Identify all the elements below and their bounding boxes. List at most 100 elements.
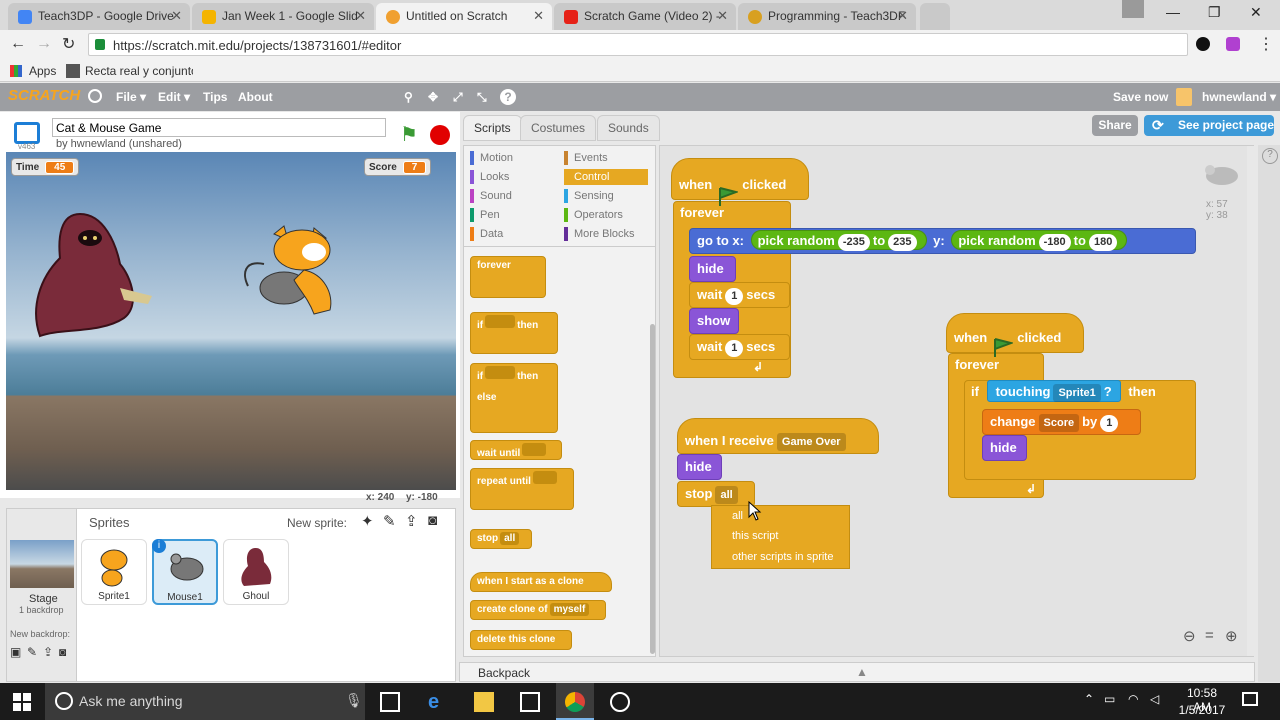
category-sound[interactable]: Sound: [470, 188, 512, 204]
upload-sprite-icon[interactable]: ⇪: [405, 512, 418, 530]
camera-icon[interactable]: ◙: [59, 645, 66, 659]
category-more-blocks[interactable]: More Blocks: [564, 226, 635, 242]
close-icon[interactable]: ✕: [533, 8, 544, 24]
expand-icon[interactable]: ▲: [856, 665, 868, 679]
shrink-icon[interactable]: ⤡: [477, 90, 487, 105]
show-block[interactable]: show: [689, 308, 739, 334]
reload-icon[interactable]: ↻: [62, 34, 75, 54]
grow-icon[interactable]: ⤢: [453, 90, 463, 105]
palette-repeat-until[interactable]: repeat until: [470, 468, 574, 510]
bookmark-apps[interactable]: Apps: [29, 64, 56, 78]
presentation-mode-icon[interactable]: [14, 122, 40, 144]
palette-wait-until[interactable]: wait until: [470, 440, 562, 460]
category-sensing[interactable]: Sensing: [564, 188, 614, 204]
backpack-bar[interactable]: Backpack ▲: [459, 662, 1255, 682]
notifications-icon[interactable]: [1242, 692, 1258, 706]
zoom-in-icon[interactable]: ⊕: [1225, 627, 1238, 645]
file-explorer-icon[interactable]: [474, 692, 494, 712]
store-icon[interactable]: [520, 692, 540, 712]
microphone-icon[interactable]: 🎙: [345, 692, 363, 709]
camera-sprite-icon[interactable]: ◙: [428, 512, 437, 529]
go-to-xy-block[interactable]: go to x: pick random -235 to 235 y: pick ra…: [689, 228, 1196, 254]
palette-delete-clone[interactable]: delete this clone: [470, 630, 572, 650]
browser-tab[interactable]: Teach3DP - Google Drive ✕: [8, 3, 190, 30]
cut-icon[interactable]: ✥: [428, 90, 438, 104]
help-icon[interactable]: ?: [1262, 148, 1278, 164]
scripts-scrollbar[interactable]: [1247, 146, 1255, 656]
ghoul-sprite[interactable]: [20, 208, 160, 348]
back-icon[interactable]: ←: [10, 35, 26, 53]
green-flag-icon[interactable]: ⚑: [400, 122, 418, 147]
category-operators[interactable]: Operators: [564, 207, 623, 223]
when-flag-clicked-hat[interactable]: when clicked: [946, 313, 1084, 357]
hide-block[interactable]: hide: [677, 454, 722, 480]
clock-date[interactable]: 1/5/2017: [1178, 703, 1226, 717]
project-title-input[interactable]: [52, 118, 386, 137]
tab-scripts[interactable]: Scripts: [463, 115, 522, 141]
wait-block[interactable]: wait 1 secs: [689, 334, 790, 360]
close-icon[interactable]: ✕: [355, 8, 366, 24]
sprite-thumb-mouse1[interactable]: i Mouse1: [152, 539, 218, 605]
close-icon[interactable]: ✕: [717, 8, 728, 24]
extension-icon[interactable]: [1196, 37, 1210, 51]
network-icon[interactable]: ▭: [1104, 692, 1115, 706]
paint-backdrop-icon[interactable]: ▣: [10, 645, 21, 659]
help-icon[interactable]: ?: [500, 89, 516, 105]
brush-icon[interactable]: ✎: [27, 645, 37, 659]
wifi-icon[interactable]: ◠: [1128, 692, 1138, 706]
close-icon[interactable]: ✕: [897, 8, 908, 24]
chevron-up-icon[interactable]: ⌃: [1084, 692, 1094, 706]
change-variable-block[interactable]: change Score by 1: [982, 409, 1141, 435]
zoom-out-icon[interactable]: ⊖: [1183, 627, 1196, 645]
dropdown-option[interactable]: this script: [732, 530, 778, 542]
duplicate-icon[interactable]: ⚲: [404, 90, 413, 104]
category-pen[interactable]: Pen: [470, 207, 500, 223]
hide-block[interactable]: hide: [689, 256, 736, 282]
if-then-block[interactable]: if touching Sprite1? then: [964, 380, 1196, 406]
info-icon[interactable]: i: [152, 539, 166, 553]
cat-sprite[interactable]: [234, 224, 364, 324]
forward-icon[interactable]: →: [36, 35, 52, 53]
profile-icon[interactable]: [1122, 0, 1144, 18]
browser-tab[interactable]: Scratch Game (Video 2) - ✕: [554, 3, 736, 30]
dropdown-option[interactable]: all: [732, 510, 743, 522]
stop-icon[interactable]: [430, 125, 450, 145]
zoom-reset-icon[interactable]: =: [1205, 627, 1214, 644]
category-motion[interactable]: Motion: [470, 150, 513, 166]
sprite-library-icon[interactable]: ✦: [361, 512, 374, 530]
stage[interactable]: Time 45 Score 7: [6, 152, 456, 490]
bookmark-link[interactable]: Recta real y conjuntos: [85, 64, 193, 78]
minimize-icon[interactable]: —: [1166, 4, 1180, 20]
task-view-icon[interactable]: [380, 692, 400, 712]
close-window-icon[interactable]: ✕: [1250, 4, 1262, 21]
when-i-receive-hat[interactable]: when I receive Game Over: [677, 418, 879, 454]
category-events[interactable]: Events: [564, 150, 608, 166]
save-now-button[interactable]: Save now: [1113, 90, 1168, 104]
cortana-search-input[interactable]: Ask me anything 🎙: [45, 683, 365, 720]
stop-block[interactable]: stop all: [677, 481, 755, 507]
chrome-taskbar-button[interactable]: [556, 683, 594, 720]
globe-icon[interactable]: [88, 89, 102, 103]
share-button[interactable]: Share: [1092, 115, 1138, 136]
tab-sounds[interactable]: Sounds: [597, 115, 660, 141]
when-flag-clicked-hat[interactable]: when clicked: [671, 158, 809, 206]
upload-icon[interactable]: ⇪: [43, 645, 53, 659]
username-menu[interactable]: hwnewland ▾: [1202, 90, 1276, 104]
category-data[interactable]: Data: [470, 226, 503, 242]
new-tab-button[interactable]: [920, 3, 950, 30]
palette-if-else[interactable]: if then else: [470, 363, 558, 433]
sprite-thumb-ghoul[interactable]: Ghoul: [223, 539, 289, 605]
menu-icon[interactable]: ⋮: [1258, 34, 1274, 54]
palette-if-then[interactable]: if then: [470, 312, 558, 354]
palette-scrollbar[interactable]: [650, 324, 655, 654]
category-control[interactable]: Control: [564, 169, 648, 185]
dropdown-option[interactable]: other scripts in sprite: [732, 551, 833, 563]
wait-block[interactable]: wait 1 secs: [689, 282, 790, 308]
app-icon[interactable]: [610, 692, 630, 712]
tab-costumes[interactable]: Costumes: [520, 115, 597, 141]
palette-create-clone[interactable]: create clone of myself: [470, 600, 606, 620]
volume-icon[interactable]: ◁: [1150, 692, 1159, 706]
avatar[interactable]: [1176, 88, 1192, 106]
url-input[interactable]: https://scratch.mit.edu/projects/1387316…: [88, 33, 1188, 56]
browser-tab-active[interactable]: Untitled on Scratch ✕: [376, 3, 552, 30]
